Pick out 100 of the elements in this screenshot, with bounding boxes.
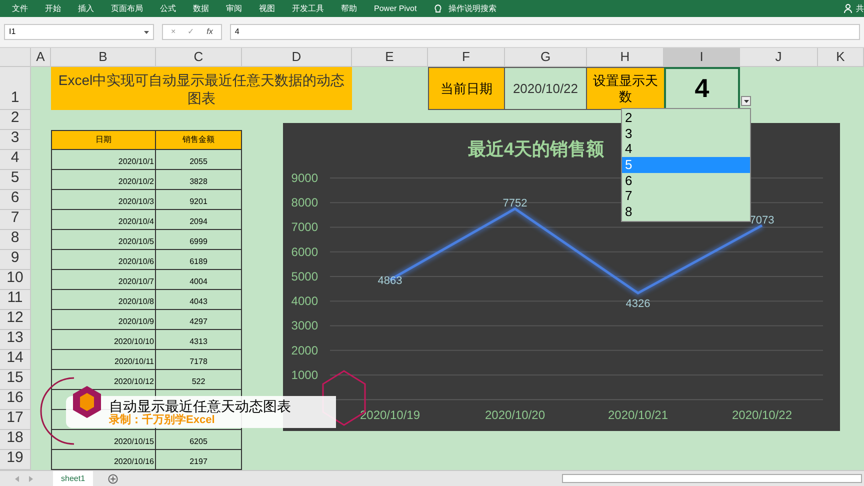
data-label: 7752: [502, 198, 528, 210]
row-header[interactable]: 6: [0, 190, 31, 210]
dropdown-option[interactable]: 3: [622, 126, 750, 142]
table-header-cell: 日期: [51, 130, 156, 150]
table-cell: 2020/10/10: [51, 330, 156, 350]
ribbon-tab[interactable]: 数据: [193, 2, 209, 14]
axis-label: 2020/10/20: [484, 408, 546, 422]
row-header[interactable]: 1: [0, 67, 31, 110]
row-header[interactable]: 4: [0, 150, 31, 170]
column-header[interactable]: A: [31, 48, 51, 66]
column-header[interactable]: D: [242, 48, 352, 66]
row-header[interactable]: 8: [0, 230, 31, 250]
horizontal-scrollbar[interactable]: [562, 474, 862, 483]
column-header[interactable]: C: [156, 48, 242, 66]
axis-label: 8000: [291, 196, 318, 210]
row-header[interactable]: 3: [0, 130, 31, 150]
dropdown-option[interactable]: 2: [622, 110, 750, 126]
row-header[interactable]: 11: [0, 290, 31, 310]
row-header[interactable]: 2: [0, 110, 31, 130]
table-cell: 2020/10/6: [51, 250, 156, 270]
row-header[interactable]: 7: [0, 210, 31, 230]
table-cell: 2020/10/4: [51, 210, 156, 230]
column-header[interactable]: J: [740, 48, 818, 66]
row-header[interactable]: 19: [0, 450, 31, 470]
ribbon-tab[interactable]: 开始: [45, 2, 61, 14]
name-box[interactable]: I1: [4, 24, 154, 40]
search-field[interactable]: 操作说明搜索: [448, 2, 497, 14]
ribbon-tab[interactable]: Power Pivot: [374, 2, 417, 14]
table-cell: 6999: [156, 230, 242, 250]
axis-label: 4000: [291, 294, 318, 308]
row-header[interactable]: 18: [0, 430, 31, 450]
axis-label: 2000: [291, 343, 318, 358]
ring-icon: [40, 376, 76, 446]
row-header[interactable]: 16: [0, 390, 31, 410]
axis-label: 3000: [291, 318, 318, 333]
ribbon-tab[interactable]: 页面布局: [111, 2, 143, 14]
caret-icon[interactable]: [144, 30, 149, 34]
table-cell: 522: [156, 370, 242, 390]
axis-label: 1000: [291, 368, 318, 382]
table-cell: 2020/10/1: [51, 150, 156, 170]
row-header[interactable]: 12: [0, 310, 31, 330]
row-header[interactable]: 15: [0, 370, 31, 390]
hexagon-icon: [72, 385, 102, 419]
table-cell: 2020/10/9: [51, 310, 156, 330]
ribbon-tab[interactable]: 公式: [160, 2, 176, 14]
column-header[interactable]: G: [505, 48, 587, 66]
ribbon-tab[interactable]: 视图: [259, 2, 275, 14]
axis-label: 7000: [291, 220, 318, 234]
table-cell: 4297: [156, 310, 242, 330]
table-cell: 2094: [156, 210, 242, 230]
table-cell: 3828: [156, 170, 242, 190]
chart-title: 最近4天的销售额: [468, 139, 604, 159]
table-cell: 6205: [156, 430, 242, 450]
label-cell: 设置显示天数: [587, 67, 664, 110]
insert-function-button[interactable]: fx: [206, 26, 213, 38]
table-cell: 2020/10/11: [51, 350, 156, 370]
label-cell: 当前日期: [428, 67, 505, 110]
table-cell: 2020/10/15: [51, 430, 156, 450]
add-sheet-icon[interactable]: [108, 474, 118, 484]
table-cell: 9201: [156, 190, 242, 210]
ribbon-tab[interactable]: 插入: [78, 2, 94, 14]
table-cell: 2055: [156, 150, 242, 170]
dropdown-option[interactable]: 8: [622, 204, 750, 220]
dropdown-button[interactable]: [741, 96, 751, 106]
caption-title: 自动显示最近任意天动态图表: [109, 398, 291, 414]
ribbon-tab[interactable]: 审阅: [226, 2, 242, 14]
column-header[interactable]: F: [428, 48, 505, 66]
data-label: 4326: [626, 298, 650, 310]
table-cell: 4043: [156, 290, 242, 310]
dropdown-option[interactable]: 4: [622, 141, 750, 158]
table-cell: 7178: [156, 350, 242, 370]
share-button[interactable]: 共: [856, 2, 864, 14]
sheet-tab[interactable]: sheet1: [53, 471, 94, 486]
row-header[interactable]: 10: [0, 270, 31, 290]
table-cell: 4313: [156, 330, 242, 350]
column-header[interactable]: B: [51, 48, 156, 66]
ribbon-tab[interactable]: 开发工具: [292, 2, 324, 14]
ribbon-tab[interactable]: 帮助: [341, 2, 357, 14]
caption-subtitle: 录制：千万别学Excel: [109, 414, 215, 426]
table-cell: 2020/10/3: [51, 190, 156, 210]
row-header[interactable]: 14: [0, 350, 31, 370]
table-header-cell: 销售金额: [156, 130, 242, 150]
title-cell: Excel中实现可自动显示最近任意天数据的动态图表: [51, 67, 352, 110]
row-header[interactable]: 17: [0, 410, 31, 430]
row-header[interactable]: 9: [0, 250, 31, 270]
formula-input[interactable]: 4: [230, 24, 860, 40]
row-header[interactable]: 5: [0, 170, 31, 190]
axis-label: 6000: [291, 244, 318, 259]
dropdown-option[interactable]: 6: [622, 172, 750, 188]
column-header[interactable]: I: [664, 48, 740, 66]
column-header[interactable]: K: [818, 48, 864, 66]
dropdown-option[interactable]: 7: [622, 188, 750, 204]
data-label: 7073: [750, 214, 774, 226]
table-cell: 2020/10/7: [51, 270, 156, 290]
table-cell: 2020/10/5: [51, 230, 156, 250]
row-header[interactable]: 13: [0, 330, 31, 350]
table-cell: 4004: [156, 270, 242, 290]
column-header[interactable]: E: [352, 48, 428, 66]
ribbon-tab[interactable]: 文件: [12, 2, 28, 14]
table-cell: 6189: [156, 250, 242, 270]
